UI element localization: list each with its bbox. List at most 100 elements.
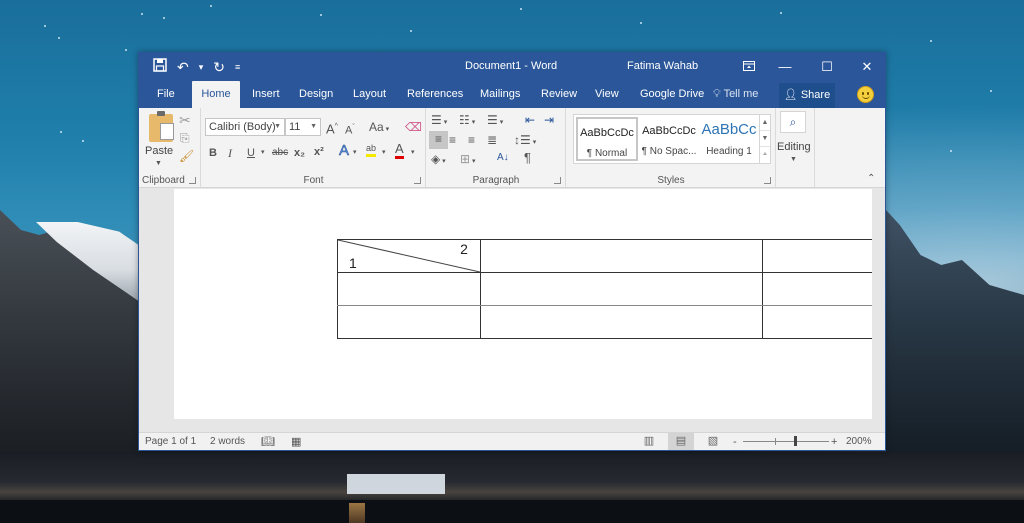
line-spacing-icon[interactable]: ↕☰ ▾ — [514, 132, 536, 151]
style-heading-1[interactable]: AaBbCc Heading 1 — [698, 117, 760, 161]
numbering-icon[interactable]: ☷ ▾ — [459, 112, 475, 131]
close-button[interactable]: ✕ — [849, 55, 885, 79]
diagonal-split-cell[interactable]: 1 2 — [337, 239, 481, 273]
document-page[interactable]: 1 2 — [174, 189, 872, 419]
table-cell[interactable] — [479, 272, 763, 306]
table-cell[interactable] — [337, 305, 481, 339]
tab-insert[interactable]: Insert — [244, 81, 288, 108]
undo-icon[interactable]: ↶ — [177, 57, 189, 77]
undo-dropdown-icon[interactable]: ▾ — [199, 57, 204, 77]
gallery-up-icon[interactable]: ▲ — [760, 115, 770, 131]
feedback-smiley-icon[interactable] — [857, 86, 874, 103]
mountain-right — [886, 210, 1024, 460]
user-name[interactable]: Fatima Wahab — [627, 60, 698, 72]
style-normal[interactable]: AaBbCcDc ¶ Normal — [576, 117, 638, 161]
clear-formatting-icon[interactable]: ⌫ — [405, 119, 422, 135]
subscript-button[interactable]: x₂ — [294, 145, 305, 161]
print-layout-icon[interactable]: ▤ — [668, 433, 694, 450]
highlight-button[interactable]: ab — [366, 142, 377, 157]
font-size-dropdown[interactable]: 11 ▼ — [285, 118, 321, 136]
clipboard-dialog-launcher[interactable] — [189, 177, 196, 184]
lakeside-building — [347, 474, 445, 494]
tab-design[interactable]: Design — [291, 81, 341, 108]
collapse-ribbon-icon[interactable]: ⌃ — [867, 171, 875, 187]
tab-mailings[interactable]: Mailings — [472, 81, 528, 108]
font-dialog-launcher[interactable] — [414, 177, 421, 184]
tab-review[interactable]: Review — [533, 81, 585, 108]
page-count[interactable]: Page 1 of 1 — [145, 435, 196, 449]
borders-icon[interactable]: ⊞ ▾ — [460, 151, 476, 170]
gallery-down-icon[interactable]: ▼ — [760, 131, 770, 147]
show-formatting-button[interactable]: ¶ — [524, 150, 531, 166]
tab-layout[interactable]: Layout — [345, 81, 394, 108]
save-icon[interactable] — [153, 57, 167, 77]
style-no-spacing[interactable]: AaBbCcDc ¶ No Spac... — [638, 117, 700, 161]
text-effects-button[interactable]: A — [339, 142, 350, 159]
ribbon-display-options-icon[interactable] — [731, 55, 767, 79]
paragraph-dialog-launcher[interactable] — [554, 177, 561, 184]
increase-indent-icon[interactable]: ⇥ — [544, 112, 554, 128]
tab-references[interactable]: References — [399, 81, 471, 108]
copy-icon[interactable]: ⎘ — [180, 130, 190, 146]
table-cell[interactable] — [761, 272, 872, 306]
table-cell[interactable] — [479, 239, 763, 273]
align-center-button[interactable]: ≡ — [449, 132, 456, 148]
zoom-slider-track[interactable] — [743, 441, 829, 442]
underline-button[interactable]: U — [247, 145, 255, 161]
vertical-scrollbar[interactable] — [872, 189, 885, 434]
tell-me-box[interactable]: 💡︎ Tell me — [713, 81, 758, 108]
decrease-indent-icon[interactable]: ⇤ — [525, 112, 535, 128]
format-painter-icon[interactable]: 🖌︎ — [179, 148, 194, 164]
shading-icon[interactable]: ◈ ▾ — [431, 151, 446, 170]
word-count[interactable]: 2 words — [210, 435, 245, 449]
sort-icon[interactable]: A↓ — [497, 150, 509, 166]
table-cell[interactable] — [479, 305, 763, 339]
superscript-button[interactable]: x² — [314, 144, 324, 160]
shoreline — [0, 452, 1024, 502]
gallery-more-icon[interactable]: ⩡ — [760, 147, 770, 163]
tab-view[interactable]: View — [587, 81, 627, 108]
redo-icon[interactable]: ↻ — [213, 57, 225, 77]
zoom-out-button[interactable]: - — [733, 435, 737, 449]
zoom-slider-thumb[interactable] — [794, 436, 797, 446]
underline-dropdown-icon[interactable]: ▾ — [261, 145, 265, 161]
multilevel-list-icon[interactable]: ☰ ▾ — [487, 112, 503, 131]
person-add-icon: 👤︎ — [783, 89, 798, 101]
web-layout-icon[interactable]: ▧ — [700, 433, 726, 450]
zoom-level[interactable]: 200% — [846, 435, 872, 449]
change-case-button[interactable]: Aa ▾ — [369, 119, 389, 138]
align-left-button[interactable]: ≡ — [429, 131, 448, 149]
strikethrough-button[interactable]: abc — [272, 145, 288, 161]
text-effects-dropdown-icon[interactable]: ▾ — [353, 145, 357, 161]
tab-home[interactable]: Home — [192, 81, 240, 108]
tab-google-drive[interactable]: Google Drive — [632, 81, 712, 108]
customize-qat-icon[interactable]: ≡ — [235, 57, 240, 77]
proofing-icon[interactable]: 📖︎ — [261, 435, 275, 449]
minimize-button[interactable]: — — [767, 55, 803, 79]
paste-sheet-icon — [160, 123, 174, 140]
font-color-dropdown-icon[interactable]: ▾ — [411, 145, 415, 161]
maximize-button[interactable]: ☐ — [809, 55, 845, 79]
share-button[interactable]: 👤︎ Share — [779, 83, 835, 108]
table-cell[interactable] — [337, 272, 481, 306]
document-area: 1 2 — [139, 189, 885, 434]
tab-file[interactable]: File — [149, 81, 183, 108]
font-color-button[interactable]: A — [395, 142, 404, 159]
shrink-font-icon[interactable]: Aˇ — [345, 120, 355, 139]
italic-button[interactable]: I — [228, 145, 232, 161]
cut-icon[interactable]: ✂ — [179, 112, 191, 128]
read-mode-icon[interactable]: ▥ — [636, 433, 662, 450]
styles-dialog-launcher[interactable] — [764, 177, 771, 184]
font-name-dropdown[interactable]: Calibri (Body) ▼ — [205, 118, 285, 136]
table-cell[interactable] — [761, 239, 872, 273]
justify-button[interactable]: ≣ — [487, 132, 497, 148]
highlight-dropdown-icon[interactable]: ▾ — [382, 145, 386, 161]
bullets-icon[interactable]: ☰ ▾ — [431, 112, 447, 131]
grow-font-icon[interactable]: A^ — [326, 119, 338, 137]
bold-button[interactable]: B — [209, 145, 217, 161]
align-right-button[interactable]: ≡ — [468, 132, 475, 148]
zoom-in-button[interactable]: + — [831, 435, 837, 449]
macro-recording-icon[interactable]: ▦ — [291, 435, 301, 449]
style-name: Heading 1 — [706, 146, 752, 157]
table-cell[interactable] — [761, 305, 872, 339]
